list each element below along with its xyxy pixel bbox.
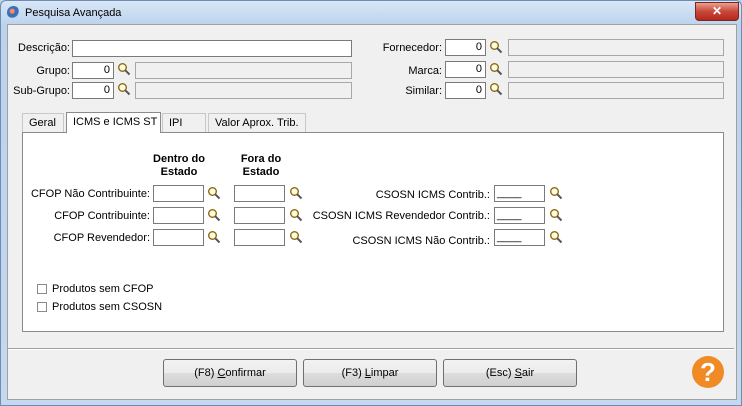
search-icon[interactable] bbox=[489, 82, 503, 96]
col-header-fora-estado: Fora do Estado bbox=[240, 153, 282, 178]
title-bar[interactable]: Pesquisa Avançada ✕ bbox=[1, 1, 741, 25]
cfop-nao-contribuinte-fora-input[interactable] bbox=[234, 185, 285, 202]
search-icon[interactable] bbox=[549, 208, 563, 222]
search-icon[interactable] bbox=[117, 82, 131, 96]
col-header-dentro-estado: Dentro do Estado bbox=[153, 153, 205, 178]
grupo-code-input[interactable]: 0 bbox=[72, 62, 114, 79]
app-icon bbox=[7, 6, 20, 19]
sair-prefix: (Esc) bbox=[485, 367, 515, 379]
csosn-revendedor-input[interactable]: ____ bbox=[494, 207, 545, 224]
csosn-revendedor-label: CSOSN ICMS Revendedor Contrib.: bbox=[312, 210, 490, 222]
close-icon: ✕ bbox=[711, 4, 723, 18]
help-glyph: ? bbox=[700, 357, 716, 387]
subgrupo-code-input[interactable]: 0 bbox=[72, 82, 114, 99]
limpar-prefix: (F3) bbox=[341, 367, 365, 379]
csosn-nao-contrib-label: CSOSN ICMS Não Contrib.: bbox=[352, 235, 490, 247]
similar-description bbox=[508, 82, 724, 99]
confirmar-button[interactable]: (F8) Confirmar bbox=[163, 359, 297, 387]
tab-geral[interactable]: Geral bbox=[22, 113, 64, 132]
tab-label: ICMS e ICMS ST bbox=[73, 116, 158, 128]
marca-code-input[interactable]: 0 bbox=[445, 61, 486, 78]
tab-icms-icms-st[interactable]: ICMS e ICMS ST bbox=[66, 112, 161, 133]
cfop-contribuinte-dentro-input[interactable] bbox=[153, 207, 204, 224]
help-icon[interactable]: ? bbox=[692, 356, 724, 388]
tab-ipi[interactable]: IPI bbox=[162, 113, 206, 132]
fornecedor-code-input[interactable]: 0 bbox=[445, 39, 486, 56]
sair-button[interactable]: (Esc) Sair bbox=[443, 359, 577, 387]
similar-code-input[interactable]: 0 bbox=[445, 82, 486, 99]
fornecedor-description bbox=[508, 39, 724, 56]
limpar-rest: impar bbox=[370, 367, 399, 379]
close-button[interactable]: ✕ bbox=[695, 2, 739, 21]
csosn-contrib-label: CSOSN ICMS Contrib.: bbox=[375, 189, 490, 201]
tab-label: Valor Aprox. Trib. bbox=[215, 117, 299, 129]
cfop-revendedor-label: CFOP Revendedor: bbox=[53, 232, 150, 244]
csosn-nao-contrib-input[interactable]: ____ bbox=[494, 229, 545, 246]
cfop-revendedor-fora-input[interactable] bbox=[234, 229, 285, 246]
sair-rest: air bbox=[521, 367, 535, 379]
cfop-contribuinte-label: CFOP Contribuinte: bbox=[54, 210, 150, 222]
limpar-button[interactable]: (F3) Limpar bbox=[303, 359, 437, 387]
csosn-contrib-input[interactable]: ____ bbox=[494, 185, 545, 202]
footer-separator bbox=[8, 348, 734, 350]
cfop-revendedor-dentro-input[interactable] bbox=[153, 229, 204, 246]
confirmar-prefix: (F8) bbox=[194, 367, 218, 379]
produtos-sem-cfop-label: Produtos sem CFOP bbox=[52, 283, 154, 295]
search-icon[interactable] bbox=[207, 230, 221, 244]
search-icon[interactable] bbox=[549, 230, 563, 244]
descricao-input[interactable] bbox=[72, 40, 352, 57]
tab-label: IPI bbox=[169, 117, 183, 129]
tab-label: Geral bbox=[29, 117, 56, 129]
search-icon[interactable] bbox=[549, 186, 563, 200]
subgrupo-description bbox=[135, 82, 352, 99]
marca-label: Marca: bbox=[408, 65, 442, 77]
produtos-sem-csosn-checkbox[interactable] bbox=[37, 302, 47, 312]
search-icon[interactable] bbox=[207, 186, 221, 200]
produtos-sem-csosn-label: Produtos sem CSOSN bbox=[52, 301, 163, 313]
produtos-sem-cfop-checkbox[interactable] bbox=[37, 284, 47, 294]
search-icon[interactable] bbox=[207, 208, 221, 222]
subgrupo-label: Sub-Grupo: bbox=[13, 85, 70, 97]
confirmar-rest: onfirmar bbox=[225, 367, 266, 379]
fornecedor-label: Fornecedor: bbox=[382, 42, 442, 54]
similar-label: Similar: bbox=[405, 85, 442, 97]
cfop-contribuinte-fora-input[interactable] bbox=[234, 207, 285, 224]
search-icon[interactable] bbox=[489, 40, 503, 54]
sair-accel: S bbox=[514, 367, 522, 379]
grupo-description bbox=[135, 62, 352, 79]
descricao-label: Descrição: bbox=[18, 42, 70, 54]
marca-description bbox=[508, 61, 724, 78]
cfop-nao-contribuinte-dentro-input[interactable] bbox=[153, 185, 204, 202]
search-icon[interactable] bbox=[489, 62, 503, 76]
search-icon[interactable] bbox=[117, 62, 131, 76]
window-title: Pesquisa Avançada bbox=[25, 7, 122, 19]
tab-valor-aprox-trib[interactable]: Valor Aprox. Trib. bbox=[208, 113, 306, 132]
grupo-label: Grupo: bbox=[36, 65, 70, 77]
cfop-nao-contribuinte-label: CFOP Não Contribuinte: bbox=[30, 188, 150, 200]
